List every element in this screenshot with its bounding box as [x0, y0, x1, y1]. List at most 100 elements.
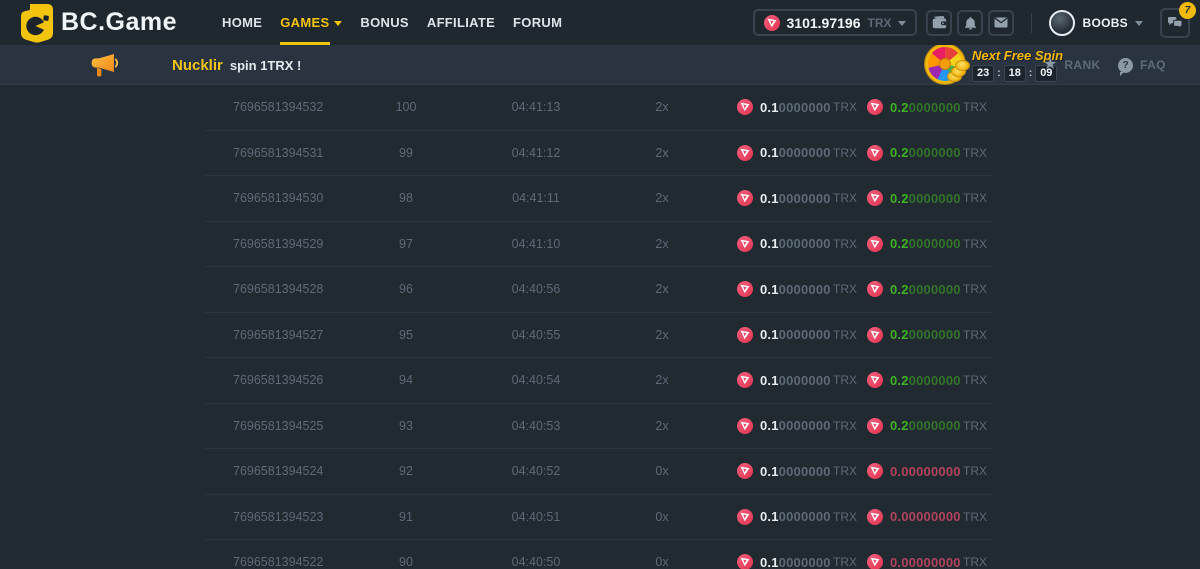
- chevron-down-icon: [334, 21, 342, 26]
- bet-currency: TRX: [833, 237, 857, 251]
- trx-coin-icon: [737, 463, 753, 479]
- profit-cell: 0.20000000: [867, 372, 961, 388]
- trx-coin-icon: [867, 99, 883, 115]
- bc-game-app: BC.Game HOME GAMES BONUS AFFILIATE FORUM…: [0, 0, 1200, 569]
- nav-item-home[interactable]: HOME: [213, 0, 271, 45]
- nav-label: BONUS: [360, 15, 408, 30]
- rank-link[interactable]: ★ RANK: [1043, 45, 1101, 85]
- bet-amount-cell: 0.10000000: [737, 281, 831, 297]
- bet-amount: 0.10000000: [760, 236, 831, 251]
- multiplier: 2x: [613, 237, 711, 251]
- trx-coin-icon: [867, 236, 883, 252]
- trx-coin-icon: [737, 327, 753, 343]
- trx-coin-icon: [737, 236, 753, 252]
- mail-button[interactable]: [988, 10, 1014, 36]
- bet-row[interactable]: 7696581394526 94 04:40:54 2x 0.10000000 …: [205, 358, 993, 404]
- profit-currency: TRX: [963, 373, 987, 387]
- round-number: 93: [375, 419, 437, 433]
- bet-row[interactable]: 7696581394532 100 04:41:13 2x 0.10000000…: [205, 85, 993, 131]
- bet-row[interactable]: 7696581394522 90 04:40:50 0x 0.10000000 …: [205, 540, 993, 569]
- profit-currency: TRX: [963, 328, 987, 342]
- nav-item-bonus[interactable]: BONUS: [351, 0, 417, 45]
- bet-row[interactable]: 7696581394531 99 04:41:12 2x 0.10000000 …: [205, 131, 993, 177]
- bet-amount-cell: 0.10000000: [737, 99, 831, 115]
- bet-id: 7696581394523: [233, 510, 323, 524]
- trx-coin-icon: [867, 509, 883, 525]
- profit-cell: 0.20000000: [867, 281, 961, 297]
- faq-link[interactable]: ? FAQ: [1118, 45, 1166, 85]
- bet-row[interactable]: 7696581394524 92 04:40:52 0x 0.10000000 …: [205, 449, 993, 495]
- nav-item-forum[interactable]: FORUM: [504, 0, 571, 45]
- bet-amount: 0.10000000: [760, 145, 831, 160]
- user-menu[interactable]: BOOBS: [1049, 10, 1143, 36]
- bet-amount-cell: 0.10000000: [737, 418, 831, 434]
- trx-coin-icon: [867, 463, 883, 479]
- profit-cell: 0.20000000: [867, 190, 961, 206]
- bet-row[interactable]: 7696581394529 97 04:41:10 2x 0.10000000 …: [205, 222, 993, 268]
- bet-currency: TRX: [833, 100, 857, 114]
- profit-amount: 0.00000000: [890, 509, 961, 524]
- bet-id: 7696581394527: [233, 328, 323, 342]
- announcement-message[interactable]: Nucklir spin 1TRX !: [88, 45, 301, 85]
- profit-cell: 0.00000000: [867, 554, 961, 569]
- bet-row[interactable]: 7696581394530 98 04:41:11 2x 0.10000000 …: [205, 176, 993, 222]
- bet-amount: 0.10000000: [760, 100, 831, 115]
- chat-button[interactable]: 7: [1160, 8, 1190, 38]
- trx-coin-icon: [867, 190, 883, 206]
- bet-currency: TRX: [833, 555, 857, 569]
- bet-id: 7696581394529: [233, 237, 323, 251]
- round-number: 96: [375, 282, 437, 296]
- star-icon: ★: [1043, 57, 1057, 73]
- bet-time: 04:40:50: [477, 555, 595, 569]
- timer-separator: :: [997, 68, 1000, 79]
- trx-coin-icon: [867, 145, 883, 161]
- trx-coin-icon: [737, 145, 753, 161]
- bet-currency: TRX: [833, 282, 857, 296]
- bell-icon: [964, 16, 977, 30]
- bet-currency: TRX: [833, 419, 857, 433]
- avatar: [1049, 10, 1075, 36]
- bet-time: 04:40:54: [477, 373, 595, 387]
- bet-id: 7696581394522: [233, 555, 323, 569]
- logo-text: BC.Game: [61, 8, 177, 37]
- bet-row[interactable]: 7696581394527 95 04:40:55 2x 0.10000000 …: [205, 313, 993, 359]
- profit-amount: 0.00000000: [890, 555, 961, 569]
- balance-amount: 3101.97196: [787, 15, 861, 31]
- bet-id: 7696581394524: [233, 464, 323, 478]
- nav-item-affiliate[interactable]: AFFILIATE: [418, 0, 504, 45]
- bet-time: 04:40:56: [477, 282, 595, 296]
- profit-amount: 0.20000000: [890, 282, 961, 297]
- bet-amount: 0.10000000: [760, 327, 831, 342]
- profit-cell: 0.20000000: [867, 236, 961, 252]
- bet-id: 7696581394532: [233, 100, 323, 114]
- round-number: 95: [375, 328, 437, 342]
- round-number: 98: [375, 191, 437, 205]
- bet-currency: TRX: [833, 146, 857, 160]
- announcement-highlight: Nucklir: [172, 57, 223, 74]
- bet-id: 7696581394525: [233, 419, 323, 433]
- bet-amount-cell: 0.10000000: [737, 372, 831, 388]
- bet-amount-cell: 0.10000000: [737, 190, 831, 206]
- megaphone-icon: [88, 52, 120, 78]
- nav-label: GAMES: [280, 15, 329, 30]
- bet-row[interactable]: 7696581394528 96 04:40:56 2x 0.10000000 …: [205, 267, 993, 313]
- bet-row[interactable]: 7696581394525 93 04:40:53 2x 0.10000000 …: [205, 404, 993, 450]
- balance-selector[interactable]: 3101.97196 TRX: [753, 9, 918, 36]
- timer-separator: :: [1029, 68, 1032, 79]
- notifications-button[interactable]: [957, 10, 983, 36]
- chat-badge: 7: [1179, 2, 1196, 19]
- round-number: 91: [375, 510, 437, 524]
- bet-id: 7696581394528: [233, 282, 323, 296]
- bet-currency: TRX: [833, 510, 857, 524]
- profit-amount: 0.00000000: [890, 464, 961, 479]
- trx-coin-icon: [867, 554, 883, 569]
- nav-item-games[interactable]: GAMES: [271, 0, 351, 45]
- logo[interactable]: BC.Game: [20, 0, 177, 45]
- bet-currency: TRX: [833, 328, 857, 342]
- bet-time: 04:41:13: [477, 100, 595, 114]
- wallet-button[interactable]: [926, 10, 952, 36]
- bet-row[interactable]: 7696581394523 91 04:40:51 0x 0.10000000 …: [205, 495, 993, 541]
- multiplier: 2x: [613, 282, 711, 296]
- trx-coin-icon: [867, 372, 883, 388]
- trx-coin-icon: [737, 554, 753, 569]
